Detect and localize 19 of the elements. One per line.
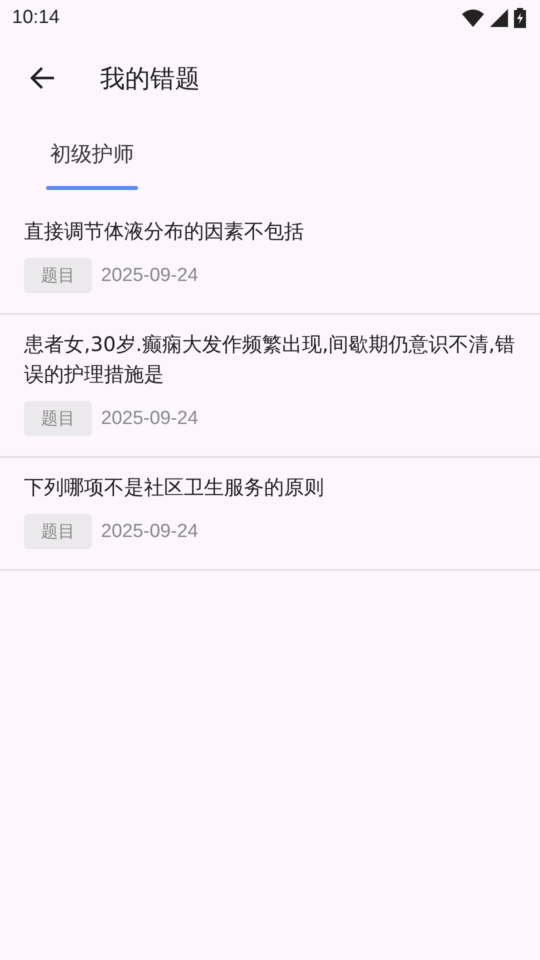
type-tag: 题目 <box>24 401 92 436</box>
signal-icon <box>490 9 508 27</box>
status-time: 10:14 <box>12 7 60 29</box>
category-tab[interactable]: 初级护师 <box>30 120 154 190</box>
date-text: 2025-09-24 <box>101 520 198 542</box>
page-title: 我的错题 <box>100 62 200 94</box>
battery-icon <box>514 8 526 28</box>
type-tag: 题目 <box>24 514 92 549</box>
question-item[interactable]: 下列哪项不是社区卫生服务的原则 题目 2025-09-24 <box>0 458 540 571</box>
wifi-icon <box>462 9 484 27</box>
date-text: 2025-09-24 <box>101 264 198 286</box>
question-item[interactable]: 直接调节体液分布的因素不包括 题目 2025-09-24 <box>0 202 540 315</box>
question-item[interactable]: 患者女,30岁.癫痫大发作频繁出现,间歇期仍意识不清,错误的护理措施是 题目 2025-09-24 <box>0 315 540 458</box>
type-tag: 题目 <box>24 258 92 293</box>
question-text: 直接调节体液分布的因素不包括 <box>24 218 305 245</box>
question-text: 下列哪项不是社区卫生服务的原则 <box>24 474 325 501</box>
question-text: 患者女,30岁.癫痫大发作频繁出现,间歇期仍意识不清,错误的护理措施是 <box>24 331 516 388</box>
back-arrow-icon <box>30 66 56 90</box>
date-text: 2025-09-24 <box>101 408 198 430</box>
